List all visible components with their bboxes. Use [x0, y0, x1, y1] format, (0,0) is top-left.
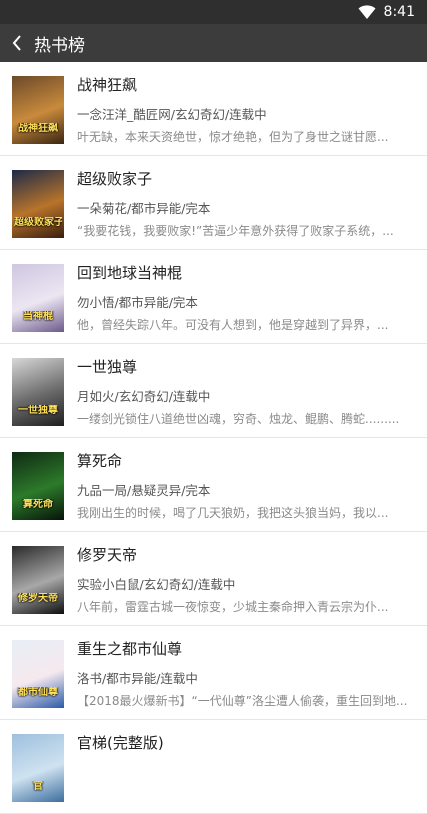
page-title: 热书榜: [34, 35, 85, 56]
book-cover-image: 官: [12, 734, 64, 802]
book-meta: 月如火/玄幻奇幻/连载中: [77, 389, 211, 404]
book-meta: 九品一局/悬疑灵异/完本: [77, 483, 211, 498]
book-cover-title: 当神棍: [23, 311, 53, 322]
book-cover-image: 一世独尊: [12, 358, 64, 426]
book-cover-title: 官: [33, 781, 43, 792]
book-description: 一缕剑光锁住八道绝世凶魂，穷奇、烛龙、鲲鹏、腾蛇.........: [77, 412, 400, 426]
book-title: 修罗天帝: [77, 546, 138, 564]
book-meta: 一念汪洋_酷匠网/玄幻奇幻/连载中: [77, 107, 267, 122]
book-list-item[interactable]: 修罗天帝 修罗天帝 实验小白鼠/玄幻奇幻/连载中 八年前，雷霆古城一夜惊变，少城主秦命…: [0, 532, 427, 626]
status-icons: 8:41: [358, 3, 415, 21]
book-meta: 实验小白鼠/玄幻奇幻/连载中: [77, 577, 236, 592]
back-arrow-icon: [11, 34, 23, 52]
book-title: 战神狂飙: [77, 76, 138, 94]
book-list-item[interactable]: 战神狂飙 战神狂飙 一念汪洋_酷匠网/玄幻奇幻/连载中 叶无缺，本来天资绝世，惊才绝艳…: [0, 62, 427, 156]
book-cover-image: 修罗天帝: [12, 546, 64, 614]
book-meta: 勿小悟/都市异能/完本: [77, 295, 198, 310]
book-title: 超级败家子: [77, 170, 153, 188]
book-cover-title: 超级败家子: [14, 217, 62, 228]
book-list-item[interactable]: 超级败家子 超级败家子 一朵菊花/都市异能/完本 “我要花钱，我要败家!”苦逼少年意外…: [0, 156, 427, 250]
book-title: 一世独尊: [77, 358, 138, 376]
book-title: 回到地球当神棍: [77, 264, 183, 282]
book-title: 官梯(完整版): [77, 734, 164, 752]
status-bar: 8:41: [0, 0, 427, 24]
book-cover-title: 一世独尊: [18, 405, 58, 416]
book-cover-title: 算死命: [23, 499, 53, 510]
book-list-item[interactable]: 当神棍 回到地球当神棍 勿小悟/都市异能/完本他，曾经失踪八年。可没有人想到，他是穿…: [0, 250, 427, 344]
book-list-item[interactable]: 都市仙尊 重生之都市仙尊 洛书/都市异能/连载中【2018最火爆新书】“一代仙尊”洛…: [0, 626, 427, 720]
wifi-icon: [358, 4, 376, 20]
book-list-item[interactable]: 一世独尊 一世独尊 月如火/玄幻奇幻/连载中 一缕剑光锁住八道绝世凶魂，穷奇、烛龙、鲲…: [0, 344, 427, 438]
book-list: 战神狂飙 战神狂飙 一念汪洋_酷匠网/玄幻奇幻/连载中 叶无缺，本来天资绝世，惊才绝艳…: [0, 62, 427, 814]
book-meta: 一朵菊花/都市异能/完本: [77, 201, 211, 216]
book-cover-image: 当神棍: [12, 264, 64, 332]
book-cover-title: 修罗天帝: [18, 593, 58, 604]
book-description: 叶无缺，本来天资绝世，惊才绝艳，但为了身世之谜甘愿...: [77, 130, 389, 144]
book-cover-title: 战神狂飙: [18, 123, 58, 134]
book-cover-image: 算死命: [12, 452, 64, 520]
book-description: “我要花钱，我要败家!”苦逼少年意外获得了败家子系统，...: [77, 224, 394, 238]
book-cover-image: 超级败家子: [12, 170, 64, 238]
book-title: 重生之都市仙尊: [77, 640, 183, 658]
app-bar: 热书榜: [0, 24, 427, 62]
book-description: 八年前，雷霆古城一夜惊变，少城主秦命押入青云宗为仆...: [77, 600, 389, 614]
book-title: 算死命: [77, 452, 123, 470]
book-cover-image: 战神狂飙: [12, 76, 64, 144]
book-list-item[interactable]: 官 官梯(完整版): [0, 720, 427, 814]
book-description: 【2018最火爆新书】“一代仙尊”洛尘遭人偷袭，重生回到地...: [77, 694, 408, 708]
status-time: 8:41: [383, 4, 415, 20]
book-cover-image: 都市仙尊: [12, 640, 64, 708]
book-cover-title: 都市仙尊: [18, 687, 58, 698]
back-button[interactable]: [0, 24, 34, 62]
book-description: 我刚出生的时候，喝了几天狼奶，我把这头狼当妈，我以...: [77, 506, 389, 520]
book-list-item[interactable]: 算死命 算死命 九品一局/悬疑灵异/完本 我刚出生的时候，喝了几天狼奶，我把这头狼当妈…: [0, 438, 427, 532]
book-description: 他，曾经失踪八年。可没有人想到，他是穿越到了异界，...: [77, 318, 389, 332]
book-meta: 洛书/都市异能/连载中: [77, 671, 198, 686]
